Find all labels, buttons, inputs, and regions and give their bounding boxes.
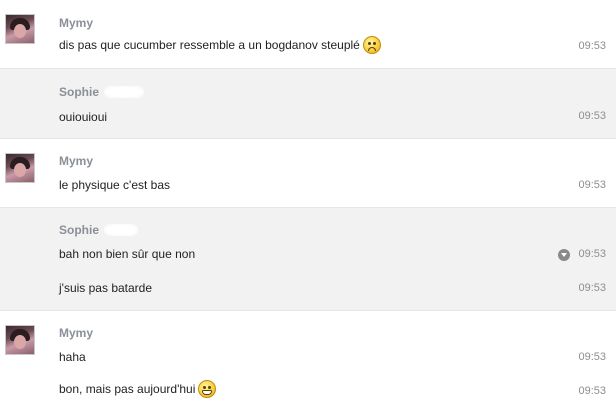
message-group: Mymy le physique c'est bas 09:53: [0, 139, 616, 208]
avatar[interactable]: [5, 14, 35, 44]
message-text: dis pas que cucumber ressemble a un bogd…: [59, 36, 381, 55]
message-group: Mymy dis pas que cucumber ressemble a un…: [0, 0, 616, 69]
message-timestamp: 09:53: [578, 110, 606, 122]
message-timestamp: 09:53: [578, 385, 606, 397]
sender-name[interactable]: Sophie: [59, 223, 99, 237]
sender-name[interactable]: Mymy: [59, 326, 93, 340]
message-body: dis pas que cucumber ressemble a un bogd…: [59, 38, 360, 53]
message-timestamp: 09:53: [578, 282, 606, 294]
avatar[interactable]: [5, 325, 35, 355]
message-text: haha: [59, 350, 86, 364]
message-text: j'suis pas batarde: [59, 281, 153, 295]
chevron-down-circle-icon[interactable]: [558, 249, 570, 261]
message-text: le physique c'est bas: [59, 178, 171, 192]
message-text: bah non bien sûr que non: [59, 247, 196, 261]
message-timestamp: 09:53: [578, 179, 606, 191]
grinning-emoji-icon: [198, 380, 217, 398]
message-timestamp: 09:53: [578, 248, 606, 260]
redacted-surname: [104, 224, 138, 236]
message-group: Mymy haha 09:53 bon, mais pas aujourd'hu…: [0, 311, 616, 414]
message-text: ouiouioui: [59, 110, 108, 124]
message-text: bon, mais pas aujourd'hui: [59, 380, 217, 399]
message-group: Sophie ouiouioui 09:53: [0, 69, 616, 139]
message-timestamp: 09:53: [578, 40, 606, 52]
message-body: bon, mais pas aujourd'hui: [59, 382, 196, 397]
message-timestamp: 09:53: [578, 351, 606, 363]
worried-emoji-icon: [362, 36, 381, 54]
avatar[interactable]: [5, 153, 35, 183]
redacted-surname: [104, 86, 144, 98]
sender-name[interactable]: Sophie: [59, 85, 99, 99]
chat-thread: Mymy dis pas que cucumber ressemble a un…: [0, 0, 616, 414]
sender-name[interactable]: Mymy: [59, 154, 93, 168]
message-group: Sophie bah non bien sûr que non 09:53 j'…: [0, 208, 616, 311]
sender-name[interactable]: Mymy: [59, 16, 93, 30]
